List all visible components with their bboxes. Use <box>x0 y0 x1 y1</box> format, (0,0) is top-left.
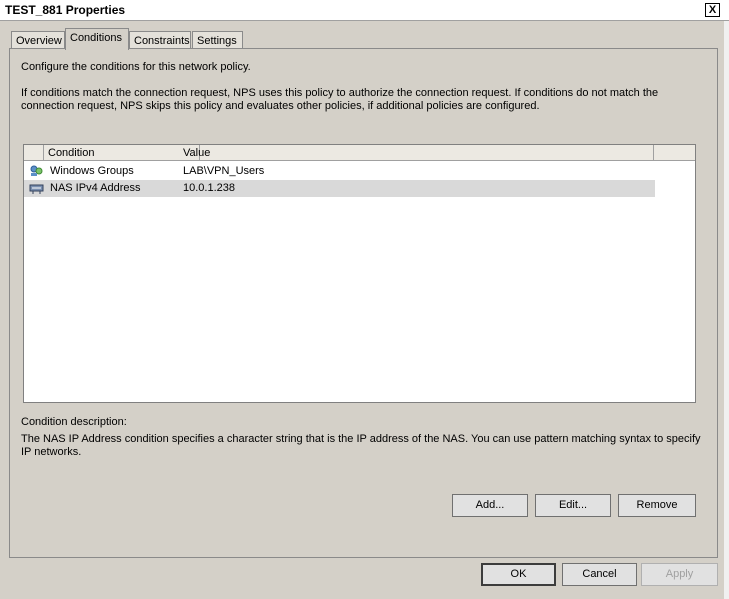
list-item[interactable]: NAS IPv4 Address 10.0.1.238 <box>24 180 655 197</box>
column-header-value[interactable]: Value <box>179 145 654 160</box>
explanation-text: If conditions match the connection reque… <box>21 87 659 112</box>
list-header: Condition Value <box>24 145 695 161</box>
intro-text: Configure the conditions for this networ… <box>21 61 251 73</box>
condition-description-label: Condition description: <box>21 416 127 428</box>
tab-settings[interactable]: Settings <box>192 31 243 48</box>
condition-description-text: The NAS IP Address condition specifies a… <box>21 433 701 458</box>
cancel-button[interactable]: Cancel <box>562 563 637 586</box>
condition-value: 10.0.1.238 <box>183 182 235 194</box>
list-item[interactable]: Windows Groups LAB\VPN_Users <box>24 163 655 180</box>
ok-button[interactable]: OK <box>481 563 556 586</box>
close-button[interactable]: X <box>705 3 720 17</box>
nas-address-icon <box>29 181 44 195</box>
remove-button[interactable]: Remove <box>618 494 696 517</box>
windows-groups-icon <box>29 164 44 178</box>
window-title: TEST_881 Properties <box>5 3 126 17</box>
edit-button[interactable]: Edit... <box>535 494 611 517</box>
background-window-edge <box>724 21 729 599</box>
tab-overview[interactable]: Overview <box>11 31 65 48</box>
tab-constraints[interactable]: Constraints <box>129 31 191 48</box>
condition-name: NAS IPv4 Address <box>50 182 141 194</box>
condition-name: Windows Groups <box>50 165 134 177</box>
tab-conditions[interactable]: Conditions <box>65 28 129 50</box>
add-button[interactable]: Add... <box>452 494 528 517</box>
conditions-list[interactable]: Condition Value Windows Groups LAB\VPN_U… <box>23 144 696 403</box>
icon-column-header <box>24 145 44 160</box>
column-header-condition[interactable]: Condition <box>44 145 200 160</box>
title-bar: TEST_881 Properties X <box>0 0 729 21</box>
condition-value: LAB\VPN_Users <box>183 165 265 177</box>
apply-button[interactable]: Apply <box>641 563 718 586</box>
